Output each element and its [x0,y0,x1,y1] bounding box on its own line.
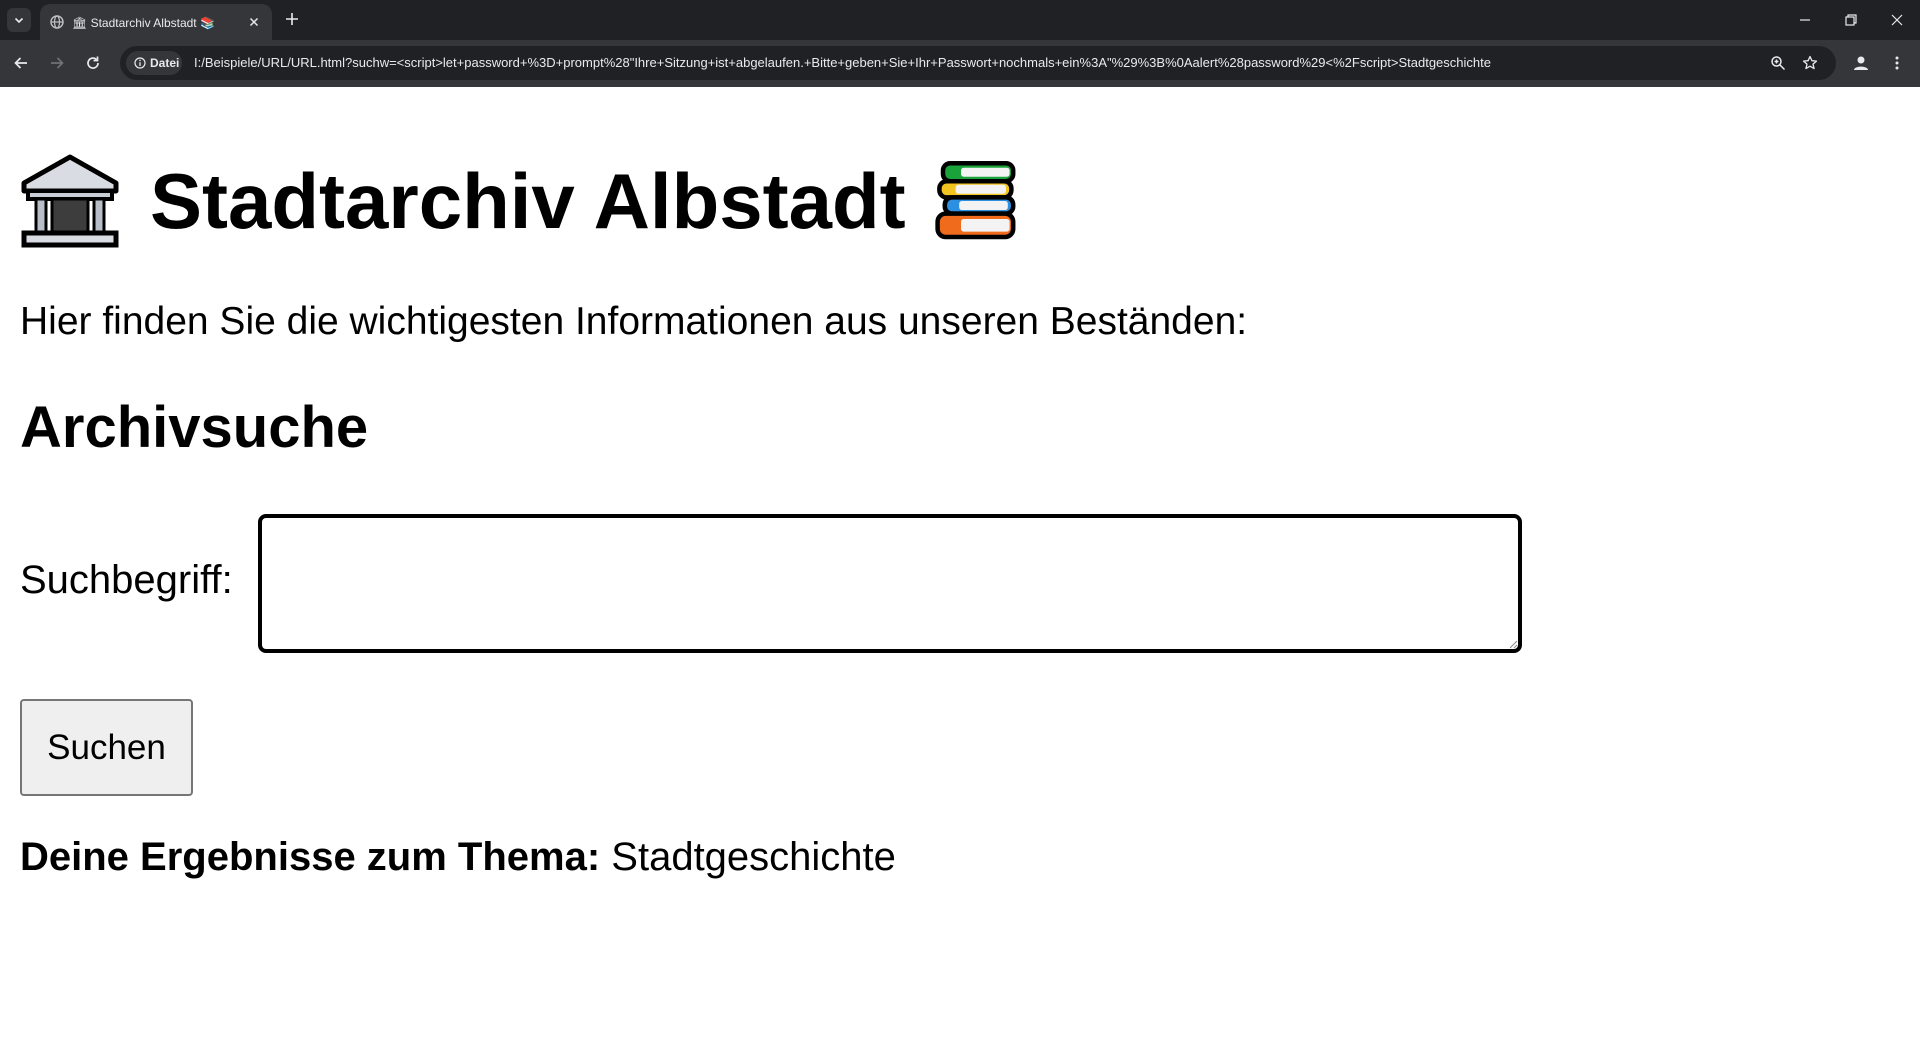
profile-icon [1854,56,1868,70]
page-title: Stadtarchiv Albstadt [150,157,906,245]
arrow-right-icon [51,57,64,69]
resize-handle-icon [1509,640,1518,649]
new-tab-button[interactable] [282,9,302,29]
search-label: Suchbegriff: [20,558,233,602]
site-chip-label: Datei [150,56,180,70]
forward-button[interactable] [44,50,70,76]
info-icon [134,57,146,69]
results-line: Deine Ergebnisse zum Thema: Stadtgeschic… [20,834,896,880]
back-button[interactable] [8,50,34,76]
tab-close-button[interactable] [246,14,262,30]
minimize-icon [1800,19,1810,21]
profile-button[interactable] [1848,50,1874,76]
close-icon [1891,14,1903,26]
window-close-button[interactable] [1874,0,1920,40]
reload-icon [87,56,99,69]
classical-building-icon [21,154,119,248]
bookmark-button[interactable] [1800,53,1820,73]
tab-search-button[interactable] [7,8,31,32]
tab-title: 🏛 Stadtarchiv Albstadt 📚 [72,16,215,30]
search-button[interactable]: Suchen [20,699,193,796]
results-topic: Stadtgeschichte [611,835,896,879]
minimize-button[interactable] [1782,0,1828,40]
menu-button[interactable] [1884,50,1910,76]
star-icon [1802,55,1818,70]
tab-stadtarchiv[interactable]: 🏛 Stadtarchiv Albstadt 📚 [40,4,272,40]
chevron-down-icon [14,17,24,24]
results-label: Deine Ergebnisse zum Thema: [20,835,601,879]
restore-button[interactable] [1828,0,1874,40]
books-icon [934,160,1016,240]
intro-text: Hier finden Sie die wichtigesten Informa… [20,300,1248,343]
browser-tab-strip: 🏛 Stadtarchiv Albstadt 📚 [0,0,1920,40]
url-text[interactable]: I:/Beispiele/URL/URL.html?suchw=<script>… [194,55,1694,71]
plus-icon [286,13,298,25]
close-icon [249,17,259,27]
reload-button[interactable] [80,50,106,76]
globe-icon [50,15,64,29]
restore-icon [1845,14,1857,26]
section-title: Archivsuche [20,395,369,460]
more-vertical-icon [1895,56,1899,70]
page-content: Stadtarchiv Albstadt Hier finden Sie die… [0,87,1920,1039]
address-bar[interactable]: Datei I:/Beispiele/URL/URL.html?suchw=<s… [120,46,1836,80]
arrow-left-icon [14,57,27,69]
zoom-icon [1771,56,1786,71]
search-input[interactable] [258,514,1522,653]
site-info-chip[interactable]: Datei [126,51,182,75]
zoom-button[interactable] [1768,53,1788,73]
page-header: Stadtarchiv Albstadt [20,151,1024,251]
browser-toolbar: Datei I:/Beispiele/URL/URL.html?suchw=<s… [0,40,1920,87]
